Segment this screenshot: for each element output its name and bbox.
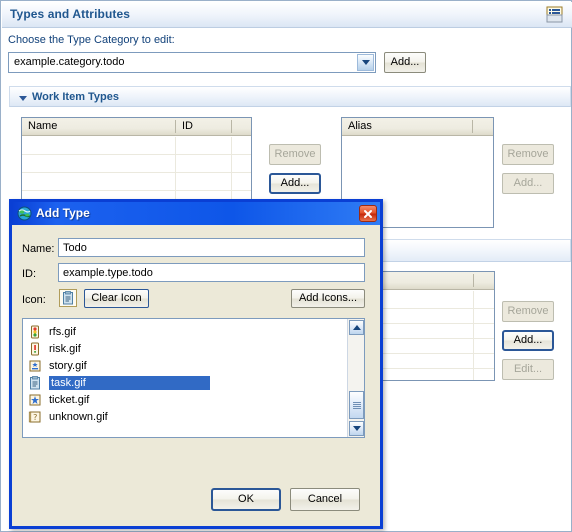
type-category-value: example.category.todo [14, 56, 125, 68]
scroll-down-icon[interactable] [349, 421, 364, 436]
form-menu-icon[interactable] [545, 5, 564, 24]
list-item[interactable]: task.gif [25, 374, 345, 391]
star-note-icon [27, 358, 43, 374]
list-item[interactable]: story.gif [25, 357, 345, 374]
scroll-up-icon[interactable] [349, 320, 364, 335]
clipboard-icon [27, 375, 43, 391]
scroll-thumb[interactable] [349, 391, 364, 419]
dialog-title: Add Type [36, 206, 90, 220]
column-header-id[interactable]: ID [182, 120, 193, 132]
clipboard-icon [59, 289, 77, 307]
choose-category-label: Choose the Type Category to edit: [8, 34, 175, 46]
name-input[interactable]: Todo [58, 238, 365, 257]
list-item[interactable]: ticket.gif [25, 391, 345, 408]
close-icon[interactable] [359, 205, 377, 222]
list-item-label: ticket.gif [49, 393, 90, 406]
name-label: Name: [22, 243, 55, 255]
add-category-button[interactable]: Add... [384, 52, 426, 73]
add-type-button[interactable]: Add... [269, 173, 321, 194]
icon-list[interactable]: rfs.gif risk.gif story.gif task.gif tick… [22, 318, 365, 438]
work-item-types-section-header[interactable]: Work Item Types [9, 86, 571, 107]
work-item-types-section-title: Work Item Types [32, 91, 120, 103]
traffic-light-icon [27, 324, 43, 340]
edit-attribute-button[interactable]: Edit... [502, 359, 554, 380]
table-header-row: Name ID [22, 118, 251, 136]
list-item[interactable]: risk.gif [25, 340, 345, 357]
list-item-label: story.gif [49, 359, 87, 372]
column-header-name[interactable]: Name [28, 120, 57, 132]
column-header-alias[interactable]: Alias [348, 120, 372, 132]
dialog-title-bar[interactable]: Add Type [12, 202, 380, 225]
svg-text:?: ? [33, 413, 37, 422]
remove-alias-button[interactable]: Remove [502, 144, 554, 165]
add-alias-button[interactable]: Add... [502, 173, 554, 194]
remove-attribute-button[interactable]: Remove [502, 301, 554, 322]
question-note-icon: ? [27, 409, 43, 425]
list-item-label: risk.gif [49, 342, 81, 355]
list-item[interactable]: rfs.gif [25, 323, 345, 340]
cancel-button[interactable]: Cancel [290, 488, 360, 511]
page-title: Types and Attributes [10, 7, 131, 21]
list-item-label: task.gif [48, 374, 211, 391]
id-input[interactable]: example.type.todo [58, 263, 365, 282]
list-item-label: unknown.gif [49, 410, 108, 423]
list-item-label: rfs.gif [49, 325, 76, 338]
icon-list-scrollbar[interactable] [347, 319, 364, 437]
clear-icon-button[interactable]: Clear Icon [84, 289, 149, 308]
type-category-combo[interactable]: example.category.todo [8, 52, 376, 73]
exclamation-icon [27, 341, 43, 357]
star-blue-icon [27, 392, 43, 408]
add-attribute-button[interactable]: Add... [502, 330, 554, 351]
ok-button[interactable]: OK [211, 488, 281, 511]
chevron-down-icon[interactable] [357, 54, 374, 71]
triangle-down-icon[interactable] [19, 96, 27, 101]
add-icons-button[interactable]: Add Icons... [291, 289, 365, 308]
globe-icon [17, 206, 32, 221]
form-header: Types and Attributes [2, 2, 572, 28]
icon-label: Icon: [22, 294, 46, 306]
id-label: ID: [22, 268, 37, 280]
attributes-table[interactable] [379, 271, 495, 381]
list-item[interactable]: ? unknown.gif [25, 408, 345, 425]
remove-type-button[interactable]: Remove [269, 144, 321, 165]
table-header-row: Alias [342, 118, 493, 136]
table-header-row [380, 272, 494, 290]
